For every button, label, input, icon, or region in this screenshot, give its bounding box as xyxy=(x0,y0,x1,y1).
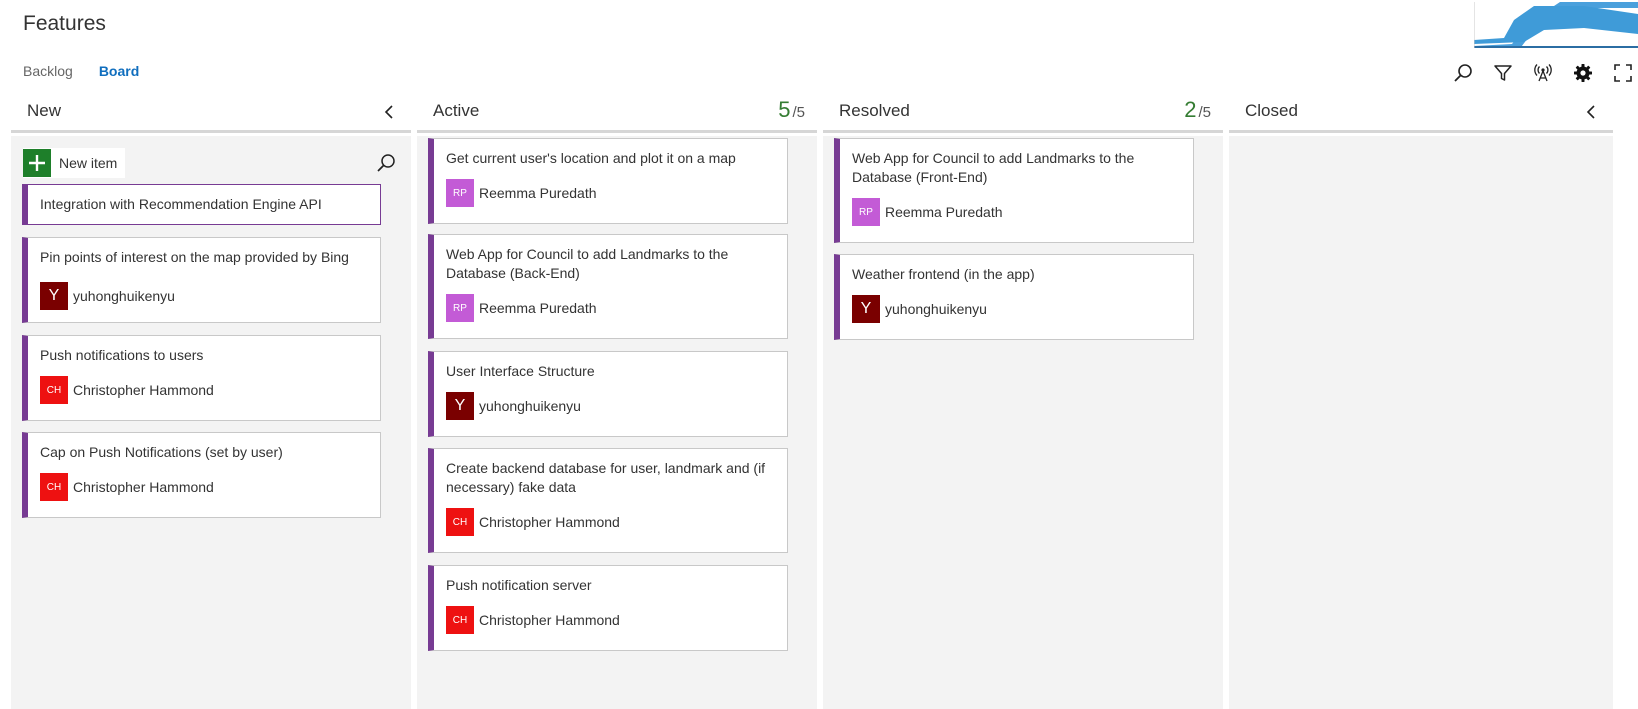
filter-button[interactable] xyxy=(1483,61,1523,85)
column-title: Active xyxy=(433,101,480,120)
card-assignee[interactable]: Y yuhonghuikenyu xyxy=(40,282,175,310)
column-search-icon[interactable] xyxy=(375,152,397,174)
work-item-card[interactable]: Web App for Council to add Landmarks to … xyxy=(834,138,1194,243)
card-assignee[interactable]: CH Christopher Hammond xyxy=(446,606,620,634)
live-updates-button[interactable] xyxy=(1523,61,1563,85)
collapse-column-icon[interactable] xyxy=(1583,103,1599,121)
card-title: Push notifications to users xyxy=(40,347,204,363)
new-item-button[interactable]: New item xyxy=(23,148,126,178)
column-body: Get current user's location and plot it … xyxy=(417,136,817,709)
fullscreen-icon xyxy=(1614,64,1632,82)
column-title: New xyxy=(27,101,62,120)
cumulative-flow-chart[interactable] xyxy=(1474,0,1638,50)
column-resolved: Resolved 2 / 5 Web App for Council to ad… xyxy=(823,95,1223,709)
column-header: Closed xyxy=(1229,95,1613,133)
add-icon xyxy=(23,149,51,177)
assignee-name: yuhonghuikenyu xyxy=(479,398,581,414)
card-assignee[interactable]: RP Reemma Puredath xyxy=(852,198,1003,226)
assignee-name: Reemma Puredath xyxy=(479,185,597,201)
search-icon xyxy=(1454,64,1472,82)
avatar: Y xyxy=(40,282,68,310)
work-item-card[interactable]: Push notifications to users CH Christoph… xyxy=(22,335,381,421)
assignee-name: Christopher Hammond xyxy=(73,479,214,495)
wip-limit-indicator: 2 / 5 xyxy=(1184,97,1211,123)
card-title: Web App for Council to add Landmarks to … xyxy=(446,246,729,281)
wip-limit: 5 xyxy=(1202,104,1211,121)
wip-count: 2 xyxy=(1184,97,1197,122)
card-assignee[interactable]: CH Christopher Hammond xyxy=(40,376,214,404)
fullscreen-button[interactable] xyxy=(1603,61,1638,85)
work-item-card[interactable]: Cap on Push Notifications (set by user) … xyxy=(22,432,381,518)
avatar: Y xyxy=(852,295,880,323)
avatar: CH xyxy=(446,606,474,634)
card-assignee[interactable]: RP Reemma Puredath xyxy=(446,294,597,322)
column-active: Active 5 / 5 Get current user's location… xyxy=(417,95,817,709)
wip-count: 5 xyxy=(778,97,791,122)
work-item-card[interactable]: Integration with Recommendation Engine A… xyxy=(22,184,381,225)
tab-backlog[interactable]: Backlog xyxy=(23,63,73,79)
avatar: CH xyxy=(40,473,68,501)
card-title: Push notification server xyxy=(446,577,592,593)
pivot-bar: Backlog Board xyxy=(23,63,139,79)
page-title: Features xyxy=(23,12,106,35)
new-item-row: New item xyxy=(23,148,397,178)
card-assignee[interactable]: RP Reemma Puredath xyxy=(446,179,597,207)
search-button[interactable] xyxy=(1443,61,1483,85)
assignee-name: Christopher Hammond xyxy=(479,612,620,628)
card-title: Weather frontend (in the app) xyxy=(852,266,1035,282)
assignee-name: Christopher Hammond xyxy=(479,514,620,530)
wip-limit-indicator: 5 / 5 xyxy=(778,97,805,123)
work-item-card[interactable]: User Interface Structure Y yuhonghuikeny… xyxy=(428,351,788,437)
card-title: Get current user's location and plot it … xyxy=(446,150,736,166)
column-header: New xyxy=(11,95,411,133)
assignee-name: Reemma Puredath xyxy=(479,300,597,316)
avatar: Y xyxy=(446,392,474,420)
kanban-board: New New item Integration with Recommenda… xyxy=(11,95,1631,709)
work-item-card[interactable]: Get current user's location and plot it … xyxy=(428,138,788,224)
new-item-label: New item xyxy=(59,155,118,171)
card-assignee[interactable]: CH Christopher Hammond xyxy=(40,473,214,501)
work-item-card[interactable]: Web App for Council to add Landmarks to … xyxy=(428,234,788,339)
avatar: RP xyxy=(446,294,474,322)
column-body: Web App for Council to add Landmarks to … xyxy=(823,136,1223,709)
card-title: User Interface Structure xyxy=(446,363,595,379)
assignee-name: yuhonghuikenyu xyxy=(885,301,987,317)
assignee-name: Christopher Hammond xyxy=(73,382,214,398)
filter-icon xyxy=(1494,65,1512,81)
work-item-card[interactable]: Weather frontend (in the app) Y yuhonghu… xyxy=(834,254,1194,340)
column-header: Active 5 / 5 xyxy=(417,95,817,133)
work-item-card[interactable]: Push notification server CH Christopher … xyxy=(428,565,788,651)
column-title: Resolved xyxy=(839,101,910,120)
column-title: Closed xyxy=(1245,101,1298,120)
card-title: Web App for Council to add Landmarks to … xyxy=(852,150,1135,185)
card-title: Integration with Recommendation Engine A… xyxy=(40,196,322,212)
column-header: Resolved 2 / 5 xyxy=(823,95,1223,133)
avatar: CH xyxy=(446,508,474,536)
settings-icon xyxy=(1574,64,1592,82)
collapse-column-icon[interactable] xyxy=(381,103,397,121)
avatar: RP xyxy=(852,198,880,226)
settings-button[interactable] xyxy=(1563,61,1603,85)
work-item-card[interactable]: Create backend database for user, landma… xyxy=(428,448,788,553)
wip-limit: 5 xyxy=(796,104,805,121)
card-assignee[interactable]: Y yuhonghuikenyu xyxy=(446,392,581,420)
live-updates-icon xyxy=(1534,64,1552,82)
column-body: New item Integration with Recommendation… xyxy=(11,136,411,709)
column-closed: Closed xyxy=(1229,95,1613,709)
assignee-name: Reemma Puredath xyxy=(885,204,1003,220)
assignee-name: yuhonghuikenyu xyxy=(73,288,175,304)
avatar: CH xyxy=(40,376,68,404)
column-body xyxy=(1229,136,1613,709)
avatar: RP xyxy=(446,179,474,207)
tab-board[interactable]: Board xyxy=(99,63,139,79)
board-toolbar xyxy=(1443,61,1638,85)
column-new: New New item Integration with Recommenda… xyxy=(11,95,411,709)
card-title: Create backend database for user, landma… xyxy=(446,460,766,495)
card-assignee[interactable]: CH Christopher Hammond xyxy=(446,508,620,536)
card-assignee[interactable]: Y yuhonghuikenyu xyxy=(852,295,987,323)
card-title: Cap on Push Notifications (set by user) xyxy=(40,444,283,460)
card-title: Pin points of interest on the map provid… xyxy=(40,249,349,265)
work-item-card[interactable]: Pin points of interest on the map provid… xyxy=(22,237,381,323)
